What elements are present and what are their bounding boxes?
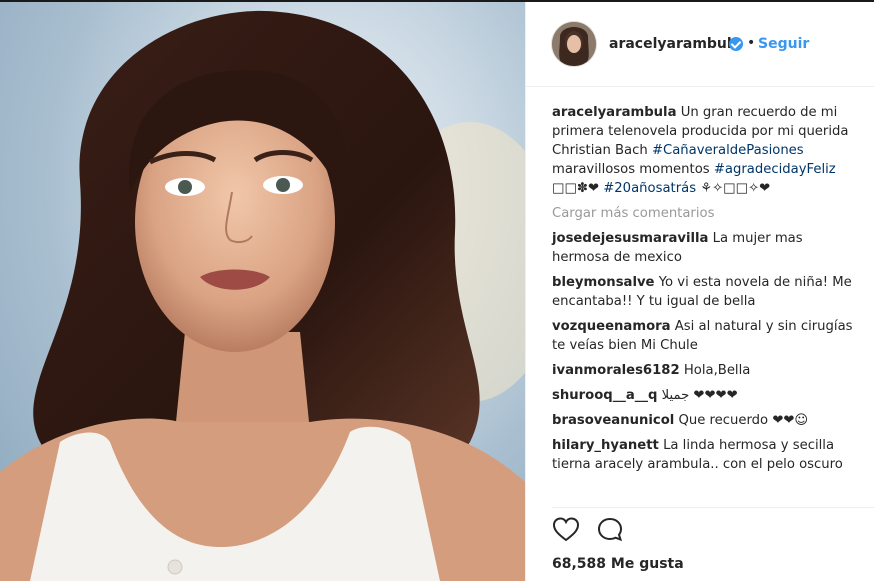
comment-username[interactable]: josedejesusmaravilla (552, 231, 708, 246)
comment-username[interactable]: brasoveanunicol (552, 413, 674, 428)
comment-username[interactable]: shurooq__a__q (552, 388, 657, 403)
comment-item: vozqueenamora Asi al natural y sin cirug… (552, 317, 858, 355)
caption-text-2: maravillosos momentos (552, 162, 710, 177)
comment-item: bleymonsalve Yo vi esta novela de niña! … (552, 273, 858, 311)
comments-section: aracelyarambula Un gran recuerdo de mi p… (552, 103, 858, 480)
heart-icon[interactable] (552, 516, 580, 544)
caption: aracelyarambula Un gran recuerdo de mi p… (552, 103, 858, 198)
hashtag-link[interactable]: #20añosatrás (603, 181, 696, 196)
comment-username[interactable]: ivanmorales6182 (552, 363, 680, 378)
post-header: aracelyarambula • Seguir (526, 2, 874, 87)
comment-text: Hola,Bella (683, 363, 751, 378)
post-side-panel: aracelyarambula • Seguir aracelyarambula… (525, 2, 874, 581)
comment-username[interactable]: vozqueenamora (552, 319, 671, 334)
portrait-image (0, 10, 525, 581)
comment-username[interactable]: bleymonsalve (552, 275, 655, 290)
comment-item: ivanmorales6182 Hola,Bella (552, 361, 858, 380)
comment-item: hilary_hyanett La linda hermosa y secill… (552, 436, 858, 474)
comment-item: shurooq__a__q جميلا ❤❤❤❤ (552, 386, 858, 405)
comment-item: brasoveanunicol Que recuerdo ❤❤☺ (552, 411, 858, 430)
comment-bubble-icon[interactable] (596, 516, 624, 544)
comment-text: جميلا ❤❤❤❤ (661, 388, 738, 403)
post-photo[interactable] (0, 2, 525, 581)
header-separator: • (747, 35, 756, 51)
comment-text: Que recuerdo ❤❤☺ (678, 413, 809, 428)
follow-button[interactable]: Seguir (758, 36, 809, 52)
header-username[interactable]: aracelyarambula (609, 36, 741, 52)
caption-emoji-1: □□✽❤ (552, 181, 600, 196)
comment-username[interactable]: hilary_hyanett (552, 438, 659, 453)
comment-item: josedejesusmaravilla La mujer mas hermos… (552, 229, 858, 267)
caption-emoji-2: ⚘✧□□✧❤ (700, 181, 771, 196)
load-more-comments-link[interactable]: Cargar más comentarios (552, 206, 858, 221)
verified-badge-icon (729, 37, 743, 51)
likes-count[interactable]: 68,588 Me gusta (552, 556, 684, 572)
caption-username[interactable]: aracelyarambula (552, 105, 676, 120)
hashtag-link[interactable]: #agradecidayFeliz (714, 162, 836, 177)
actions-divider (552, 507, 874, 508)
hashtag-link[interactable]: #CañaveraldePasiones (652, 143, 804, 158)
avatar[interactable] (552, 22, 596, 66)
